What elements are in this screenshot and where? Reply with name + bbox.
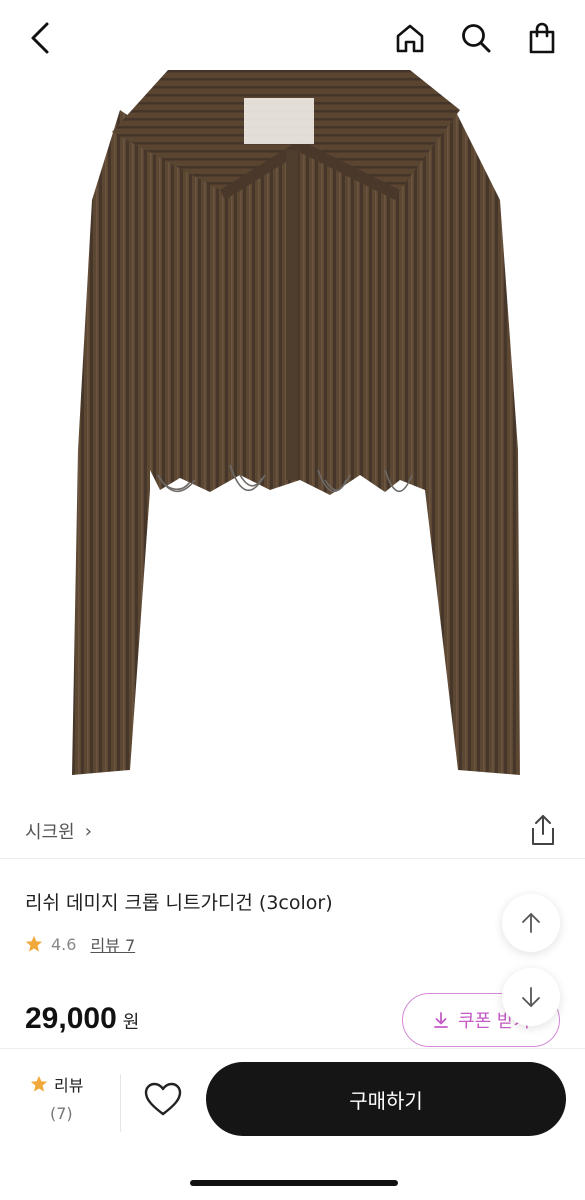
bottom-review-count: (7) [50, 1104, 73, 1123]
review-link[interactable]: 리뷰 7 [90, 932, 135, 956]
product-title: 리쉬 데미지 크롭 니트가디건 (3color) [25, 892, 333, 914]
bottom-review-button[interactable]: 리뷰 (7) [30, 1072, 96, 1123]
star-icon [25, 935, 43, 952]
arrow-up-icon [522, 913, 540, 933]
brand-row: 시크윈 › [0, 808, 585, 858]
star-icon [30, 1075, 48, 1092]
product-detail-page: 2 | 4 시크윈 › 리쉬 데미지 크롭 니트가디건 (3color) 4.6… [0, 0, 585, 1200]
price: 29,000 원 [25, 1002, 139, 1036]
search-button[interactable] [456, 18, 496, 58]
bottom-review-label: 리뷰 [54, 1076, 84, 1095]
bottom-bar-divider [0, 1048, 585, 1049]
price-value: 29,000 [25, 1002, 117, 1035]
price-unit: 원 [122, 1012, 140, 1033]
product-image-carousel[interactable]: 2 | 4 [0, 70, 585, 798]
buy-button[interactable]: 구매하기 [206, 1062, 566, 1136]
home-indicator [190, 1180, 398, 1186]
search-icon [462, 24, 491, 53]
scroll-down-button[interactable] [502, 968, 560, 1026]
divider [0, 858, 585, 859]
brand-name: 시크윈 [25, 822, 75, 843]
share-icon[interactable] [527, 812, 559, 848]
arrow-down-icon [522, 987, 540, 1007]
home-button[interactable] [390, 18, 430, 58]
heart-icon[interactable] [143, 1080, 183, 1120]
rating-row: 4.6 리뷰 7 [25, 932, 135, 956]
product-image [72, 70, 520, 775]
home-icon [396, 24, 424, 53]
shopping-bag-icon [529, 22, 555, 54]
chevron-left-icon [31, 22, 49, 54]
back-button[interactable] [20, 18, 60, 58]
rating-score: 4.6 [51, 934, 77, 954]
cart-button[interactable] [522, 18, 562, 58]
vertical-divider [120, 1074, 121, 1132]
brand-link[interactable]: 시크윈 › [25, 818, 92, 844]
top-nav [0, 0, 585, 78]
chevron-right-icon: › [84, 820, 92, 842]
scroll-up-button[interactable] [502, 894, 560, 952]
download-icon [434, 1012, 448, 1028]
